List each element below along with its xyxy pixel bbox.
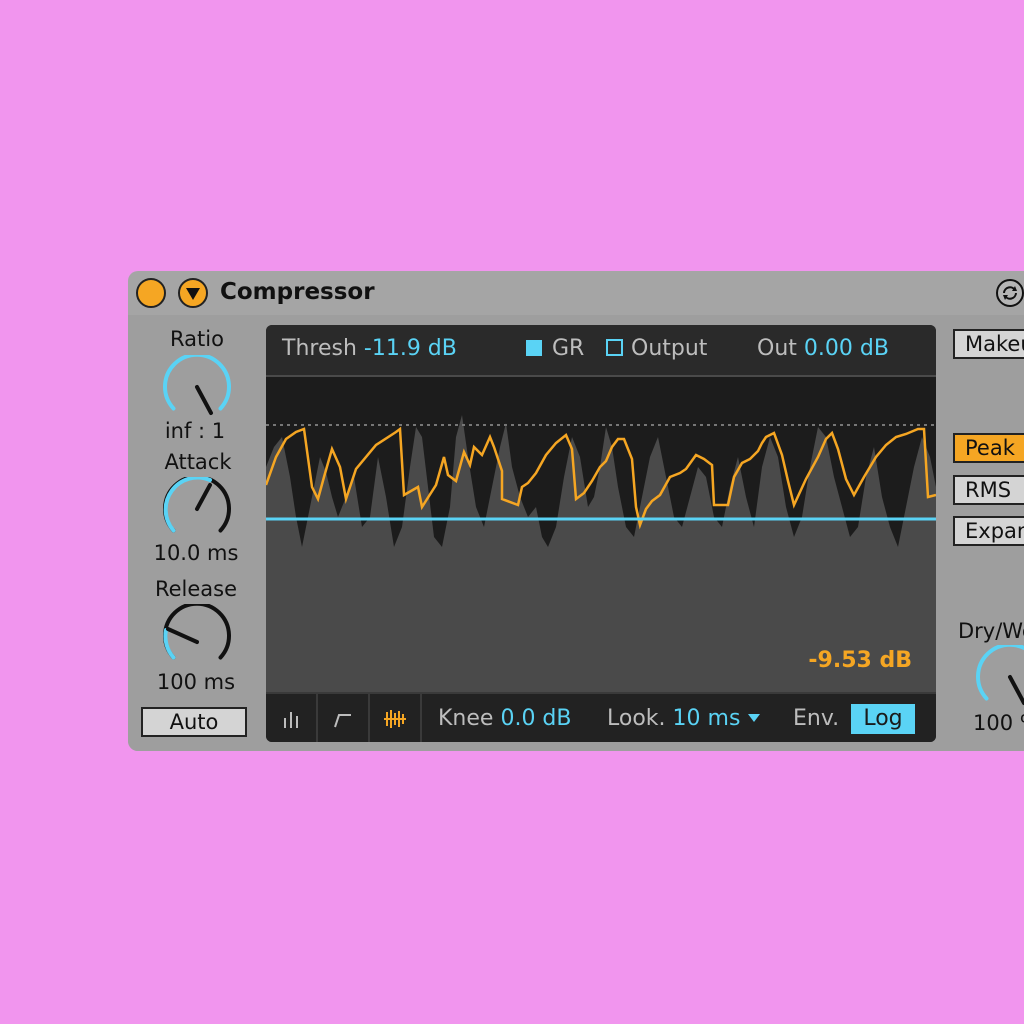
device-fold-button[interactable] (178, 278, 208, 308)
gr-checkbox-icon (526, 340, 542, 356)
meter-view-button[interactable] (266, 694, 318, 742)
display-header: Thresh -11.9 dB GR Output Out 0.00 dB (266, 325, 936, 377)
compressor-device: Compressor Ratio inf : 1 Attack 10.0 ms … (128, 271, 1024, 751)
device-title: Compressor (220, 279, 375, 305)
rms-mode-button[interactable]: RMS (953, 475, 1024, 505)
lookahead-value[interactable]: 10 ms (673, 706, 741, 731)
threshold-label: Thresh (282, 336, 357, 361)
knee-value[interactable]: 0.0 dB (500, 706, 571, 731)
gr-toggle[interactable]: GR (526, 336, 584, 361)
curve-view-button[interactable] (318, 694, 370, 742)
swap-icon (1003, 286, 1017, 300)
ratio-knob[interactable] (160, 355, 234, 421)
attack-knob[interactable] (160, 477, 234, 543)
meter-view-icon (284, 712, 298, 728)
makeup-button[interactable]: Makeup (953, 329, 1024, 359)
triangle-down-icon (186, 288, 200, 300)
env-log-button[interactable]: Log (851, 704, 915, 734)
ratio-value: inf : 1 (164, 419, 226, 443)
knee-control[interactable]: Knee 0.0 dB (438, 706, 572, 731)
out-value[interactable]: 0.00 dB (804, 336, 889, 361)
attack-label: Attack (164, 450, 232, 474)
release-label: Release (154, 577, 238, 601)
out-label: Out (757, 336, 797, 361)
dry-wet-value: 100 % (973, 711, 1024, 735)
expand-mode-button[interactable]: Expand (953, 516, 1024, 546)
output-checkbox-icon (606, 339, 623, 356)
compressor-display: Thresh -11.9 dB GR Output Out 0.00 dB -9… (266, 325, 936, 742)
lookahead-control[interactable]: Look. 10 ms (607, 706, 761, 731)
device-activator-button[interactable] (136, 278, 166, 308)
release-knob[interactable] (160, 604, 234, 670)
release-value: 100 ms (156, 670, 236, 694)
dry-wet-knob[interactable] (973, 645, 1024, 711)
auto-release-button[interactable]: Auto (141, 707, 247, 737)
display-footer: Knee 0.0 dB Look. 10 ms Env. Log (266, 692, 936, 742)
peak-mode-button[interactable]: Peak (953, 433, 1024, 463)
activity-view-button[interactable] (370, 694, 422, 742)
gain-reduction-readout: -9.53 dB (808, 648, 912, 673)
env-label: Env. (793, 706, 840, 731)
threshold-control[interactable]: Thresh -11.9 dB (282, 336, 457, 361)
ratio-label: Ratio (170, 327, 224, 351)
chevron-down-icon[interactable] (747, 713, 761, 723)
dry-wet-label: Dry/Wet (958, 619, 1024, 643)
curve-view-icon (334, 714, 351, 728)
activity-plot[interactable] (266, 377, 936, 692)
hot-swap-button[interactable] (996, 279, 1024, 307)
output-label: Output (631, 336, 708, 361)
gr-label: GR (552, 336, 585, 361)
lookahead-label: Look. (607, 706, 666, 731)
knee-label: Knee (438, 706, 494, 731)
threshold-value[interactable]: -11.9 dB (364, 336, 457, 361)
output-toggle[interactable]: Output (606, 336, 721, 361)
output-gain-control[interactable]: Out 0.00 dB (757, 336, 889, 361)
device-title-bar[interactable]: Compressor (128, 271, 1024, 315)
attack-value: 10.0 ms (153, 541, 239, 565)
activity-view-icon (384, 710, 406, 728)
